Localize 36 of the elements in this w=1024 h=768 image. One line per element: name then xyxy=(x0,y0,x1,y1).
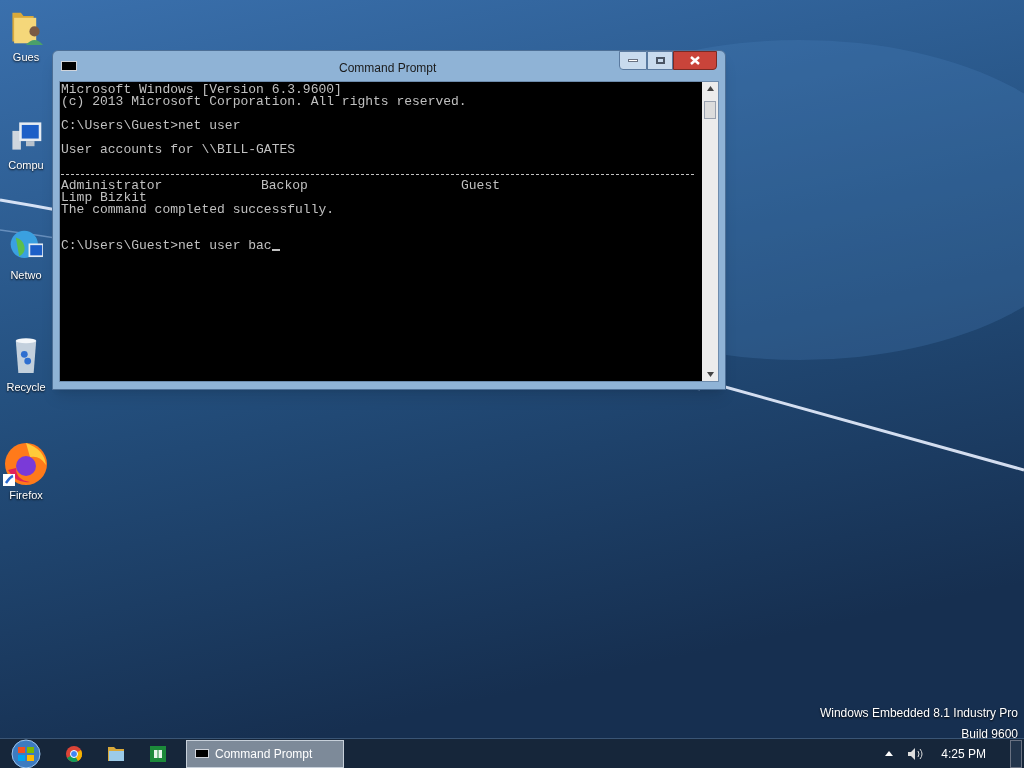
console-cell-text: Administrator xyxy=(61,180,164,192)
maximize-button[interactable] xyxy=(647,51,673,70)
scroll-down-icon[interactable] xyxy=(706,372,714,377)
show-hidden-icons-icon[interactable] xyxy=(885,751,894,756)
scroll-up-icon[interactable] xyxy=(706,86,714,91)
desktop-icon-label[interactable]: Compu xyxy=(8,158,44,172)
scroll-thumb[interactable] xyxy=(704,101,716,119)
minimize-button[interactable] xyxy=(619,51,647,70)
console-line: C:\Users\Guest>net user bac xyxy=(61,240,272,252)
console-line: User accounts for \\BILL-GATES xyxy=(61,144,297,156)
desktop-icon-label[interactable]: Recycle xyxy=(6,380,46,394)
clock[interactable]: 4:25 PM xyxy=(941,744,986,763)
scrollbar[interactable] xyxy=(702,82,718,381)
console-line: The command completed successfully. xyxy=(61,204,336,216)
desktop-icon-label[interactable]: Netwo xyxy=(10,268,42,282)
taskbar-button[interactable]: Command Prompt xyxy=(186,739,344,768)
text-cursor xyxy=(271,249,280,251)
console-line: (c) 2013 Microsoft Corporation. All rights reserved. xyxy=(61,96,468,108)
console-cell-text: Guest xyxy=(461,180,501,192)
cmd-icon xyxy=(195,749,209,758)
desktop-icon-label[interactable]: Gues xyxy=(12,50,40,64)
console-line: Limp Bizkit xyxy=(61,192,148,204)
close-button[interactable] xyxy=(673,51,717,70)
show-desktop-button[interactable] xyxy=(1010,739,1022,768)
cmd-icon xyxy=(61,61,77,71)
speaker-icon[interactable] xyxy=(907,746,924,761)
edition-text: Windows Embedded 8.1 Industry Pro xyxy=(819,705,1018,722)
console-cell-text: Backop xyxy=(261,180,309,192)
start-button[interactable] xyxy=(8,738,44,768)
console-line: C:\Users\Guest>net user xyxy=(61,120,242,132)
firefox-icon[interactable] xyxy=(2,440,50,488)
console-line: Microsoft Windows [Version 6.3.9600] xyxy=(61,84,343,96)
desktop-icon-label[interactable]: Firefox xyxy=(9,488,43,502)
close-icon[interactable] xyxy=(690,56,700,65)
edition-text: Build 9600 xyxy=(961,726,1018,743)
window-title: Command Prompt xyxy=(339,60,437,77)
